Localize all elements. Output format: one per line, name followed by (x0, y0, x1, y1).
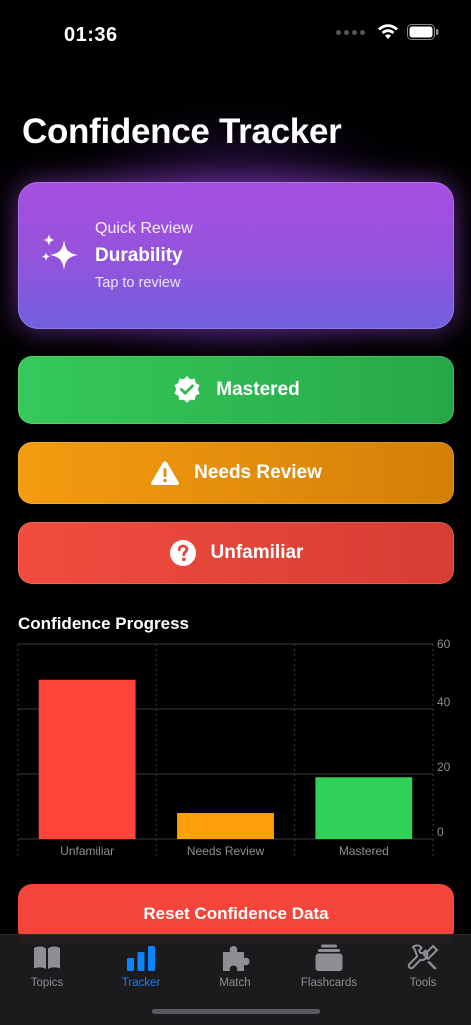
page-title: Confidence Tracker (22, 112, 342, 151)
confidence-progress-chart: 0 20 40 60 Unfamiliar Needs Review Mastered (17, 637, 451, 858)
tab-label: Topics (30, 977, 64, 989)
checkmark-seal-icon (174, 376, 200, 403)
tab-label: Tools (409, 977, 437, 989)
quick-review-hint: Tap to review (95, 275, 181, 291)
tab-label: Tracker (121, 977, 161, 989)
bar-mastered (315, 777, 413, 839)
mastered-button[interactable]: Mastered (18, 356, 454, 424)
status-indicators (336, 24, 439, 40)
quick-review-label: Quick Review (95, 220, 193, 237)
tab-tracker[interactable]: Tracker (94, 943, 188, 989)
x-tick-label: Mastered (339, 844, 389, 858)
y-tick-label: 60 (437, 637, 451, 651)
unfamiliar-label: Unfamiliar (210, 542, 304, 563)
y-tick-label: 0 (437, 825, 444, 839)
tab-topics[interactable]: Topics (0, 943, 94, 989)
sparkles-icon (42, 234, 78, 270)
warning-triangle-icon (151, 461, 180, 485)
quick-review-topic: Durability (95, 245, 183, 266)
mastered-label: Mastered (216, 379, 300, 400)
puzzle-icon (223, 946, 250, 971)
bar-chart-icon (127, 946, 155, 971)
wrench-screwdriver-icon (407, 944, 439, 970)
tab-label: Flashcards (300, 977, 358, 989)
tab-flashcards[interactable]: Flashcards (282, 943, 376, 989)
x-tick-label: Needs Review (187, 844, 265, 858)
bar-needs-review (177, 813, 274, 839)
home-indicator (152, 1009, 320, 1014)
status-time: 01:36 (64, 24, 118, 46)
needs-review-button[interactable]: Needs Review (18, 442, 454, 504)
book-icon (34, 946, 60, 969)
cellular-signal-icon (336, 29, 365, 35)
reset-label: Reset Confidence Data (143, 904, 329, 923)
status-bar: 01:36 (0, 0, 471, 60)
unfamiliar-button[interactable]: Unfamiliar (18, 522, 454, 584)
tab-label: Match (219, 977, 251, 989)
chart-title: Confidence Progress (18, 614, 189, 633)
bar-unfamiliar (38, 679, 136, 839)
x-tick-label: Unfamiliar (60, 844, 114, 858)
tab-match[interactable]: Match (188, 943, 282, 989)
question-circle-icon (169, 540, 196, 566)
y-tick-label: 40 (437, 695, 451, 709)
tab-tools[interactable]: Tools (376, 943, 470, 989)
quick-review-card[interactable]: Quick Review Durability Tap to review (18, 182, 454, 329)
battery-icon (407, 24, 439, 40)
wifi-icon (378, 24, 398, 39)
cards-icon (315, 944, 343, 971)
y-tick-label: 20 (437, 760, 451, 774)
needs-review-label: Needs Review (194, 462, 322, 483)
